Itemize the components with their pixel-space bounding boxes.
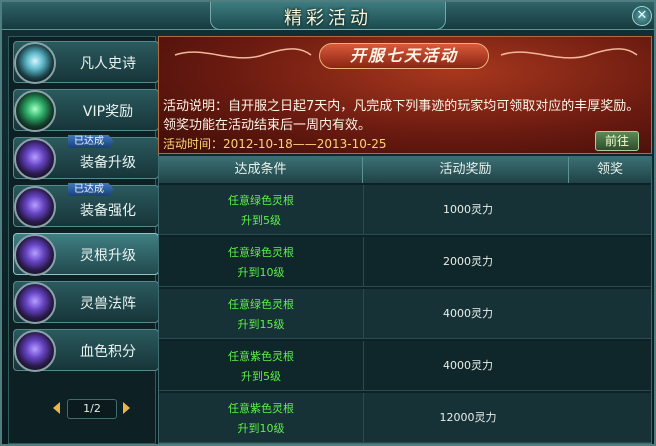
condition-line: 升到15级 (237, 318, 285, 331)
sidebar-item-vip-reward[interactable]: VIP奖励 (13, 89, 159, 132)
condition-line: 任意绿色灵根 (228, 246, 294, 259)
sidebar-item-label: VIP奖励 (82, 104, 134, 120)
vip-orb-icon (14, 90, 56, 132)
condition-line: 升到5级 (241, 214, 281, 227)
condition-line: 任意绿色灵根 (228, 194, 294, 207)
table-row: 任意绿色灵根 升到5级 1000灵力 (159, 185, 651, 235)
page-indicator: 1/2 (67, 399, 117, 419)
divider (363, 237, 364, 287)
sidebar-item-label: 灵根升级 (80, 248, 136, 264)
reward-cell: 1000灵力 (443, 203, 493, 216)
window-title: 精彩活动 (284, 8, 372, 29)
reward-table: 达成条件 活动奖励 领奖 任意绿色灵根 升到5级 1000灵力 任意绿色灵根 升… (158, 156, 652, 444)
reward-cell: 12000灵力 (439, 411, 497, 424)
sidebar-item-label: 灵兽法阵 (80, 296, 136, 312)
header-reward: 活动奖励 (363, 157, 569, 183)
table-row: 任意绿色灵根 升到15级 4000灵力 (159, 289, 651, 339)
sidebar-item-blood-points[interactable]: 血色积分 (13, 329, 159, 372)
condition-line: 升到10级 (237, 266, 285, 279)
sidebar: 凡人史诗 VIP奖励 已达成 装备升级 已达成 装备强化 灵根升级 灵兽法阵 血… (8, 36, 159, 444)
condition-cell: 任意紫色灵根 升到5级 (159, 347, 363, 387)
achieved-badge: 已达成 (68, 135, 114, 148)
condition-cell: 任意绿色灵根 升到10级 (159, 243, 363, 283)
reward-cell: 4000灵力 (443, 359, 493, 372)
reward-cell: 4000灵力 (443, 307, 493, 320)
go-button[interactable]: 前往 (595, 131, 639, 151)
sidebar-item-label: 装备升级 (80, 155, 136, 171)
condition-cell: 任意紫色灵根 升到10级 (159, 399, 363, 439)
condition-line: 升到5级 (241, 370, 281, 383)
close-icon[interactable]: ✕ (632, 6, 652, 26)
reward-cell: 2000灵力 (443, 255, 493, 268)
event-banner: 开服七天活动 活动说明：自开服之日起7天内，凡完成下列事迹的玩家均可领取对应的丰… (158, 36, 652, 154)
next-page-icon[interactable] (123, 402, 130, 414)
table-row: 任意绿色灵根 升到10级 2000灵力 (159, 237, 651, 287)
purple-orb-icon (14, 282, 56, 324)
sidebar-item-mortal-epic[interactable]: 凡人史诗 (13, 41, 159, 84)
sidebar-item-spirit-root[interactable]: 灵根升级 (13, 233, 159, 276)
right-swirl-ornament (500, 48, 638, 59)
left-swirl-ornament (174, 48, 312, 59)
scroll-icon (14, 42, 56, 84)
activity-window: 精彩活动 ✕ 凡人史诗 VIP奖励 已达成 装备升级 已达成 装备强化 灵根升级… (0, 0, 656, 446)
sidebar-item-equip-enhance[interactable]: 已达成 装备强化 (13, 183, 159, 228)
condition-line: 升到10级 (237, 422, 285, 435)
table-header: 达成条件 活动奖励 领奖 (159, 157, 651, 183)
achieved-badge: 已达成 (68, 183, 114, 196)
divider (363, 185, 364, 235)
pager: 1/2 (53, 399, 133, 419)
purple-orb-icon (14, 330, 56, 372)
condition-line: 任意紫色灵根 (228, 350, 294, 363)
divider (363, 393, 364, 443)
sidebar-item-equip-upgrade[interactable]: 已达成 装备升级 (13, 135, 159, 180)
sidebar-item-label: 血色积分 (80, 344, 136, 360)
event-description: 活动说明：自开服之日起7天内，凡完成下列事迹的玩家均可领取对应的丰厚奖励。领奖功… (163, 99, 640, 133)
table-row: 任意紫色灵根 升到5级 4000灵力 (159, 341, 651, 391)
divider (363, 289, 364, 339)
header-condition: 达成条件 (159, 157, 363, 183)
condition-cell: 任意绿色灵根 升到5级 (159, 191, 363, 231)
condition-line: 任意绿色灵根 (228, 298, 294, 311)
condition-cell: 任意绿色灵根 升到15级 (159, 295, 363, 335)
sidebar-item-label: 装备强化 (80, 203, 136, 219)
divider (363, 341, 364, 391)
condition-line: 任意紫色灵根 (228, 402, 294, 415)
purple-orb-icon (14, 138, 56, 180)
purple-orb-icon (14, 186, 56, 228)
sidebar-item-label: 凡人史诗 (80, 56, 136, 72)
sidebar-item-spirit-beast[interactable]: 灵兽法阵 (13, 281, 159, 324)
table-row: 任意紫色灵根 升到10级 12000灵力 (159, 393, 651, 443)
header-claim: 领奖 (596, 162, 623, 177)
purple-orb-icon (14, 234, 56, 276)
banner-title: 开服七天活动 (319, 43, 489, 69)
prev-page-icon[interactable] (53, 402, 60, 414)
event-time: 活动时间：2012-10-18——2013-10-25 (163, 137, 387, 151)
